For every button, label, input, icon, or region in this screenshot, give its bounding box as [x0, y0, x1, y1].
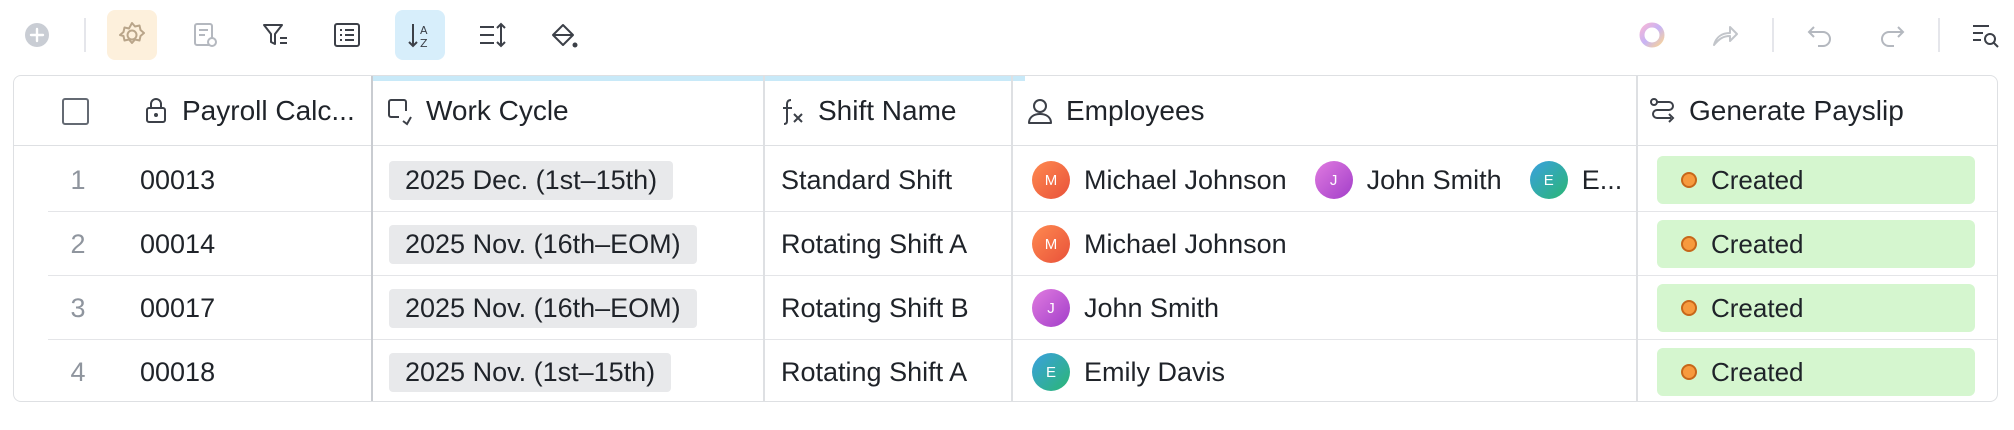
filter-icon[interactable] [250, 10, 300, 60]
toolbar: AZ [0, 0, 2014, 68]
employee-chip[interactable]: M Michael Johnson [1032, 225, 1287, 263]
data-table: Payroll Calc... Work Cycle Shift Name Em… [13, 75, 1998, 402]
column-header-work-cycle[interactable]: Work Cycle [384, 76, 764, 146]
employee-chip[interactable]: M Michael Johnson [1032, 161, 1287, 199]
row-number: 2 [70, 228, 86, 259]
avatar: J [1314, 161, 1353, 199]
shift-name-cell[interactable]: Standard Shift [781, 148, 952, 212]
column-header-employees[interactable]: Employees [1024, 76, 1624, 146]
status-dot-icon [1681, 300, 1697, 316]
avatar: E [1529, 161, 1568, 199]
ai-ring-icon[interactable] [1627, 10, 1677, 60]
row-number: 1 [70, 164, 86, 195]
status-dot-icon [1681, 236, 1697, 252]
work-cycle-cell[interactable]: 2025 Nov. (16th–EOM) [389, 276, 697, 340]
svg-text:A: A [420, 24, 428, 37]
status-label: Created [1711, 292, 1804, 323]
sort-az-icon[interactable]: AZ [395, 10, 445, 60]
svg-text:Z: Z [420, 37, 428, 50]
row-number: 4 [70, 356, 86, 387]
employee-name: E... [1581, 164, 1623, 195]
work-cycle-cell[interactable]: 2025 Nov. (16th–EOM) [389, 212, 697, 276]
toolbar-divider [84, 18, 86, 52]
employee-chip[interactable]: J John Smith [1314, 161, 1502, 199]
search-table-icon[interactable] [1960, 10, 2010, 60]
toolbar-divider [1938, 18, 1940, 52]
avatar: J [1032, 289, 1070, 327]
column-divider[interactable] [763, 76, 765, 401]
employees-cell[interactable]: J John Smith [1032, 276, 1247, 340]
fill-color-icon[interactable] [538, 10, 588, 60]
payroll-cell[interactable]: 00018 [140, 340, 215, 401]
payroll-cell[interactable]: 00017 [140, 276, 215, 340]
employee-name: Emily Davis [1084, 356, 1226, 387]
employee-name: John Smith [1084, 292, 1220, 323]
person-icon [1028, 99, 1052, 124]
column-divider[interactable] [1636, 76, 1638, 401]
select-all-checkbox[interactable] [62, 98, 89, 125]
column-header-label: Shift Name [818, 95, 957, 126]
status-label: Created [1711, 356, 1804, 387]
settings-icon[interactable] [107, 10, 157, 60]
work-cycle-tag: 2025 Nov. (16th–EOM) [389, 288, 697, 328]
employees-cell[interactable]: M Michael Johnson [1032, 212, 1315, 276]
undo-icon[interactable] [1795, 10, 1845, 60]
work-cycle-tag: 2025 Nov. (16th–EOM) [389, 224, 697, 264]
column-header-payroll[interactable]: Payroll Calc... [140, 76, 370, 146]
employee-name: Michael Johnson [1084, 164, 1287, 195]
work-cycle-tag: 2025 Nov. (1st–15th) [389, 352, 672, 392]
employees-cell[interactable]: M Michael Johnson J John Smith E E... [1032, 148, 1642, 212]
column-header-shift-name[interactable]: Shift Name [776, 76, 1016, 146]
column-header-label: Payroll Calc... [182, 95, 355, 126]
link-field-icon [388, 99, 412, 126]
employee-name: Michael Johnson [1084, 228, 1287, 259]
column-divider[interactable] [1011, 76, 1013, 401]
table-row[interactable]: 2 00014 2025 Nov. (16th–EOM) Rotating Sh… [14, 212, 1997, 276]
table-row[interactable]: 4 00018 2025 Nov. (1st–15th) Rotating Sh… [14, 340, 1997, 401]
work-cycle-cell[interactable]: 2025 Nov. (1st–15th) [389, 340, 672, 401]
shift-name-cell[interactable]: Rotating Shift A [781, 340, 967, 401]
table-row[interactable]: 1 00013 2025 Dec. (1st–15th) Standard Sh… [14, 148, 1997, 212]
employee-chip[interactable]: E Emily Davis [1032, 353, 1225, 391]
status-label: Created [1711, 164, 1804, 195]
add-circle-icon[interactable] [12, 10, 62, 60]
avatar: E [1032, 353, 1070, 391]
work-cycle-tag: 2025 Dec. (1st–15th) [389, 160, 674, 200]
column-header-label: Work Cycle [426, 95, 569, 126]
column-header-generate-payslip[interactable]: Generate Payslip [1647, 76, 1987, 146]
employees-cell[interactable]: E Emily Davis [1032, 340, 1253, 401]
table-row[interactable]: 3 00017 2025 Nov. (16th–EOM) Rotating Sh… [14, 276, 1997, 340]
column-header-label: Employees [1066, 95, 1205, 126]
list-view-icon[interactable] [322, 10, 372, 60]
status-badge[interactable]: Created [1657, 348, 1975, 396]
payroll-cell[interactable]: 00014 [140, 212, 215, 276]
status-badge[interactable]: Created [1657, 156, 1975, 204]
share-icon[interactable] [1700, 10, 1750, 60]
avatar: M [1032, 161, 1070, 199]
formula-icon [783, 99, 803, 125]
work-cycle-cell[interactable]: 2025 Dec. (1st–15th) [389, 148, 674, 212]
workflow-icon [1650, 98, 1675, 123]
toolbar-divider [1772, 18, 1774, 52]
status-label: Created [1711, 228, 1804, 259]
column-header-label: Generate Payslip [1689, 95, 1904, 126]
avatar: M [1032, 225, 1070, 263]
shift-name-cell[interactable]: Rotating Shift B [781, 276, 969, 340]
row-number: 3 [70, 292, 86, 323]
status-dot-icon [1681, 364, 1697, 380]
employee-chip[interactable]: E E... [1529, 161, 1623, 199]
status-dot-icon [1681, 172, 1697, 188]
employee-name: John Smith [1366, 164, 1502, 195]
lock-icon [146, 98, 166, 123]
row-height-icon[interactable] [467, 10, 517, 60]
shift-name-cell[interactable]: Rotating Shift A [781, 212, 967, 276]
status-badge[interactable]: Created [1657, 284, 1975, 332]
frozen-column-divider[interactable] [371, 76, 373, 401]
form-settings-icon[interactable] [180, 10, 230, 60]
status-badge[interactable]: Created [1657, 220, 1975, 268]
employee-chip[interactable]: J John Smith [1032, 289, 1219, 327]
redo-icon[interactable] [1867, 10, 1917, 60]
payroll-cell[interactable]: 00013 [140, 148, 215, 212]
table-header: Payroll Calc... Work Cycle Shift Name Em… [14, 76, 1997, 146]
